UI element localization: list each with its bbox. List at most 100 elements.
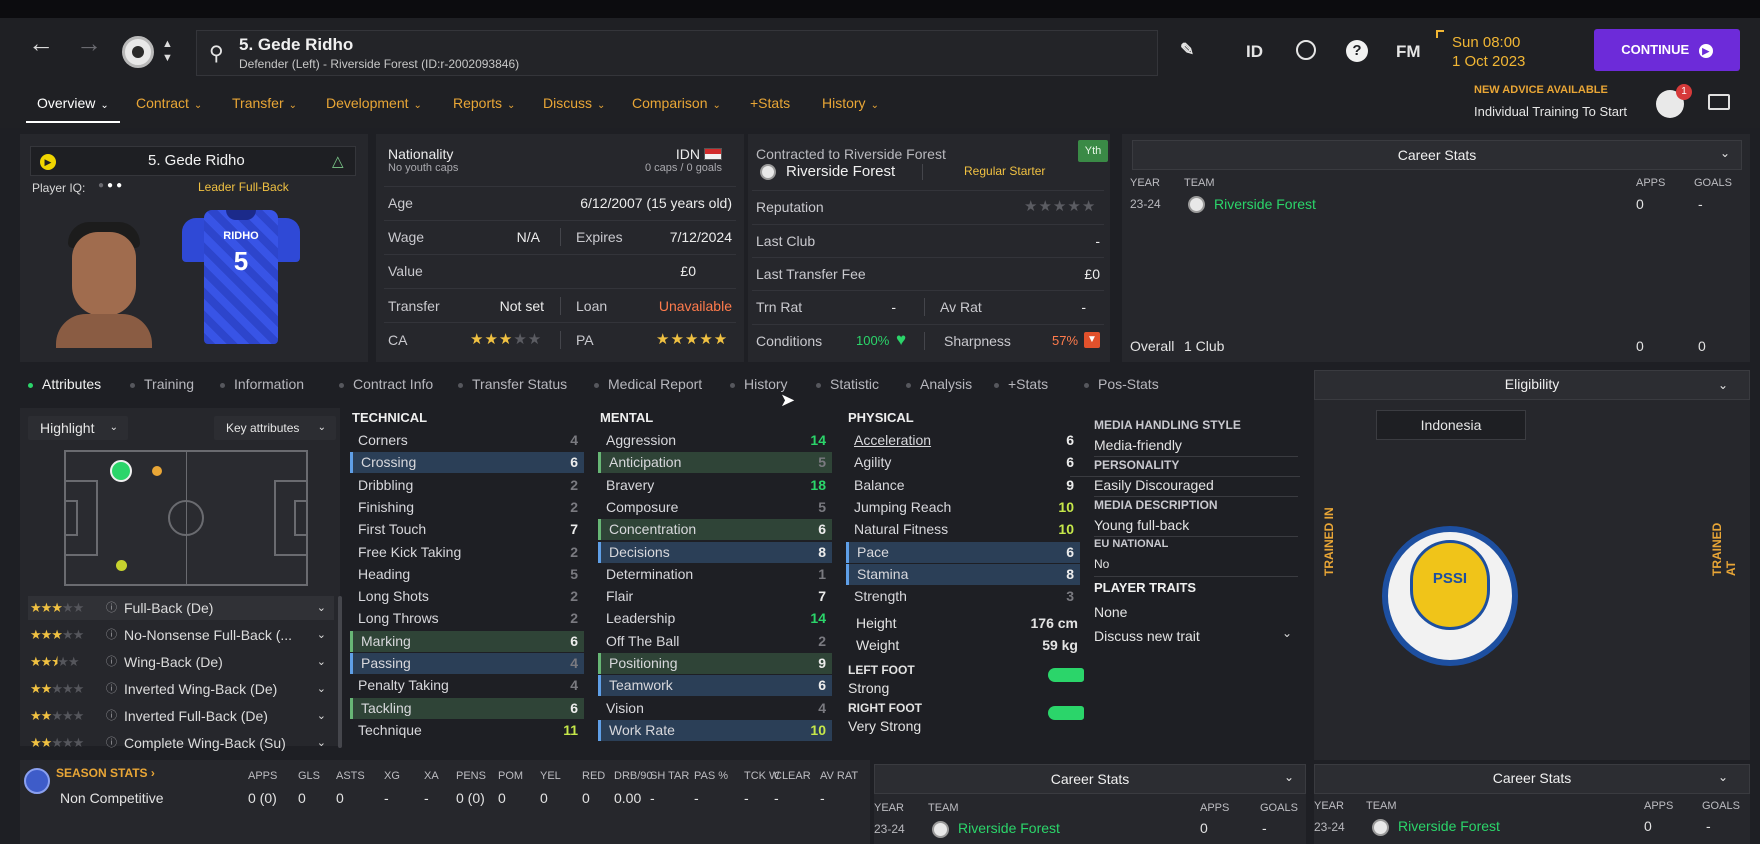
attribute-row[interactable]: Anticipation 5	[598, 452, 832, 474]
tab-analysis[interactable]: Analysis	[906, 376, 972, 392]
tab-transferstatus[interactable]: Transfer Status	[458, 376, 567, 392]
attribute-row[interactable]: Aggression 14	[598, 430, 832, 451]
menu-stats[interactable]: +Stats	[750, 95, 790, 111]
attribute-row[interactable]: Bravery 18	[598, 475, 832, 496]
role-row[interactable]: ★★⯨★★ ⓘ Wing-Back (De) ⌄	[28, 650, 334, 674]
menu-overview[interactable]: Overview ⌄	[37, 95, 109, 111]
menu-discuss[interactable]: Discuss ⌄	[543, 95, 605, 111]
attribute-row[interactable]: Pace 6	[846, 541, 1080, 563]
help-icon[interactable]: ?	[1346, 40, 1368, 62]
attribute-row[interactable]: Penalty Taking 4	[350, 675, 584, 696]
career-top-team[interactable]: Riverside Forest	[1214, 196, 1316, 212]
discuss-trait-dropdown[interactable]: Discuss new trait ⌄	[1094, 626, 1298, 648]
menu-comparison[interactable]: Comparison ⌄	[632, 95, 721, 111]
key-attributes-dropdown[interactable]: Key attributes ⌄	[214, 416, 336, 440]
advice-text[interactable]: Individual Training To Start	[1474, 104, 1627, 119]
info-icon[interactable]: ⓘ	[106, 596, 117, 620]
season-stats-title[interactable]: SEASON STATS ›	[56, 766, 155, 780]
attribute-row[interactable]: Passing 4	[350, 653, 584, 674]
attribute-row[interactable]: Natural Fitness 10	[846, 519, 1080, 540]
info-icon[interactable]: ⓘ	[106, 650, 117, 674]
role-row[interactable]: ★★★★★ ⓘ Full-Back (De) ⌄	[28, 596, 334, 620]
role-chevron-icon[interactable]: ⌄	[317, 677, 326, 701]
info-icon[interactable]: ⓘ	[106, 704, 117, 728]
attribute-row[interactable]: Marking 6	[350, 630, 584, 652]
transfer-value[interactable]: Not set	[470, 298, 544, 314]
monitor-icon[interactable]	[1708, 94, 1730, 110]
career-bottom-chevron-icon[interactable]: ⌄	[1284, 770, 1294, 784]
attribute-row[interactable]: Off The Ball 2	[598, 631, 832, 652]
role-chevron-icon[interactable]: ⌄	[317, 650, 326, 674]
loan-value[interactable]: Unavailable	[620, 298, 732, 314]
info-icon[interactable]: ⓘ	[106, 731, 117, 755]
attribute-row[interactable]: Stamina 8	[846, 563, 1080, 585]
attribute-row[interactable]: Agility 6	[846, 452, 1080, 473]
tab-history[interactable]: History	[730, 376, 788, 392]
squad-status[interactable]: Regular Starter	[964, 164, 1045, 178]
tab-contractinfo[interactable]: Contract Info	[339, 376, 433, 392]
attribute-row[interactable]: Heading 5	[350, 564, 584, 585]
position-marker-natural[interactable]	[110, 460, 132, 482]
attribute-row[interactable]: Long Throws 2	[350, 608, 584, 629]
attribute-row[interactable]: Tackling 6	[350, 697, 584, 719]
role-row[interactable]: ★★★★★ ⓘ Inverted Wing-Back (De) ⌄	[28, 677, 334, 701]
menu-transfer[interactable]: Transfer ⌄	[232, 95, 297, 111]
attribute-row[interactable]: Determination 1	[598, 564, 832, 585]
attribute-row[interactable]: Crossing 6	[350, 452, 584, 474]
position-marker-unconvincing[interactable]	[116, 560, 127, 571]
attribute-row[interactable]: Work Rate 10	[598, 719, 832, 741]
roles-scrollbar[interactable]	[338, 596, 342, 748]
id-button[interactable]: ID	[1246, 42, 1263, 62]
attribute-row[interactable]: Long Shots 2	[350, 586, 584, 607]
club-badge-icon[interactable]	[122, 36, 154, 68]
tab-medicalreport[interactable]: Medical Report	[594, 376, 702, 392]
attribute-row[interactable]: Acceleration 6	[846, 430, 1080, 451]
forward-icon[interactable]: →	[76, 30, 102, 56]
tab-training[interactable]: Training	[130, 376, 194, 392]
tab-statistic[interactable]: Statistic	[816, 376, 879, 392]
attribute-row[interactable]: Technique 11	[350, 720, 584, 741]
role-chevron-icon[interactable]: ⌄	[317, 704, 326, 728]
role-chevron-icon[interactable]: ⌄	[317, 623, 326, 647]
cb-team[interactable]: Riverside Forest	[958, 820, 1060, 836]
role-row[interactable]: ★★★★★ ⓘ No-Nonsense Full-Back (... ⌄	[28, 623, 334, 647]
attribute-row[interactable]: Dribbling 2	[350, 475, 584, 496]
attribute-row[interactable]: Jumping Reach 10	[846, 497, 1080, 518]
contract-club[interactable]: Riverside Forest	[786, 163, 895, 180]
attribute-row[interactable]: Vision 4	[598, 698, 832, 719]
tab-attributes[interactable]: Attributes	[28, 376, 101, 392]
tab-stats[interactable]: +Stats	[994, 376, 1048, 392]
fm-button[interactable]: FM	[1396, 42, 1421, 62]
attribute-row[interactable]: Finishing 2	[350, 497, 584, 518]
game-date[interactable]: Sun 08:00 1 Oct 2023	[1452, 33, 1525, 71]
menu-development[interactable]: Development ⌄	[326, 95, 422, 111]
tab-information[interactable]: Information	[220, 376, 304, 392]
warning-icon[interactable]: △	[332, 152, 344, 170]
attribute-row[interactable]: Composure 5	[598, 497, 832, 518]
attribute-row[interactable]: Balance 9	[846, 475, 1080, 496]
attribute-row[interactable]: Teamwork 6	[598, 675, 832, 697]
menu-reports[interactable]: Reports ⌄	[453, 95, 515, 111]
attribute-row[interactable]: Strength 3	[846, 586, 1080, 607]
role-chevron-icon[interactable]: ⌄	[317, 731, 326, 755]
position-marker-accomplished[interactable]	[152, 466, 162, 476]
attribute-row[interactable]: Leadership 14	[598, 608, 832, 629]
continue-button[interactable]: CONTINUE ▶	[1594, 29, 1740, 71]
info-icon[interactable]: ⓘ	[106, 677, 117, 701]
world-icon[interactable]	[1296, 40, 1316, 60]
player-status-icon[interactable]: ▶	[40, 154, 56, 170]
club-switch-arrows-icon[interactable]: ▲ ▼	[162, 37, 173, 65]
highlight-dropdown[interactable]: Highlight ⌄	[28, 416, 128, 440]
menu-history[interactable]: History ⌄	[822, 95, 879, 111]
menu-contract[interactable]: Contract ⌄	[136, 95, 202, 111]
role-row[interactable]: ★★★★★ ⓘ Complete Wing-Back (Su) ⌄	[28, 731, 334, 755]
attribute-row[interactable]: Decisions 8	[598, 541, 832, 563]
nation-code[interactable]: IDN	[640, 146, 700, 162]
player-search-box[interactable]: ⚲ 5. Gede Ridho Defender (Left) - Rivers…	[196, 30, 1158, 76]
info-icon[interactable]: ⓘ	[106, 623, 117, 647]
pencil-icon[interactable]: ✎	[1180, 40, 1194, 60]
cr-team[interactable]: Riverside Forest	[1398, 818, 1500, 834]
eligibility-chevron-icon[interactable]: ⌄	[1718, 378, 1728, 392]
chevron-down-icon[interactable]: ⌄	[1720, 146, 1730, 160]
attribute-row[interactable]: Free Kick Taking 2	[350, 542, 584, 563]
